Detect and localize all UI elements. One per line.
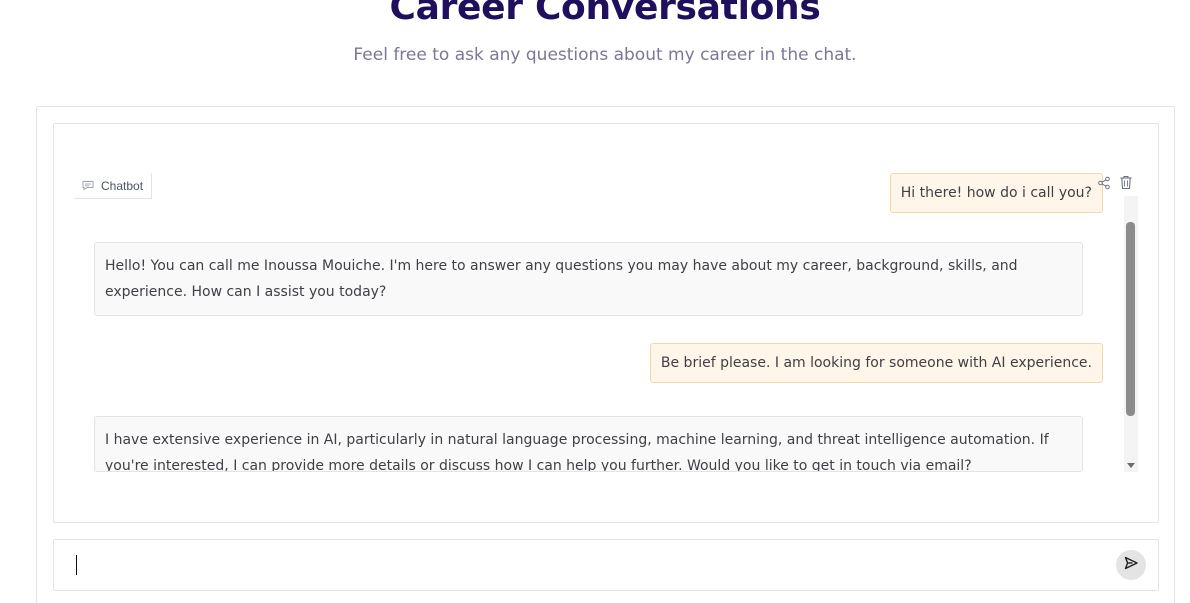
send-button[interactable] — [1116, 550, 1146, 580]
chatbot-label-text: Chatbot — [101, 178, 144, 193]
send-icon — [1123, 555, 1139, 576]
chat-bubble-icon — [82, 180, 94, 191]
chatbot-label: Chatbot — [74, 173, 153, 199]
bot-message: Hello! You can call me Inoussa Mouiche. … — [94, 242, 1083, 316]
user-message: Be brief please. I am looking for someon… — [649, 343, 1103, 383]
message-actions — [1097, 175, 1133, 195]
trash-icon[interactable] — [1119, 175, 1133, 195]
page-subtitle: Feel free to ask any questions about my … — [353, 45, 857, 65]
chat-input[interactable] — [74, 553, 1104, 577]
page-title: Career Conversations — [389, 0, 821, 28]
bot-message: I have extensive experience in AI, parti… — [94, 416, 1083, 472]
scrollbar-thumb[interactable] — [1126, 222, 1135, 416]
share-icon[interactable] — [1097, 176, 1111, 195]
page: Career Conversations Feel free to ask an… — [0, 0, 1190, 603]
user-message: Hi there! how do i call you? — [889, 173, 1103, 213]
text-caret — [76, 555, 77, 575]
scroll-down-icon[interactable] — [1125, 458, 1137, 470]
